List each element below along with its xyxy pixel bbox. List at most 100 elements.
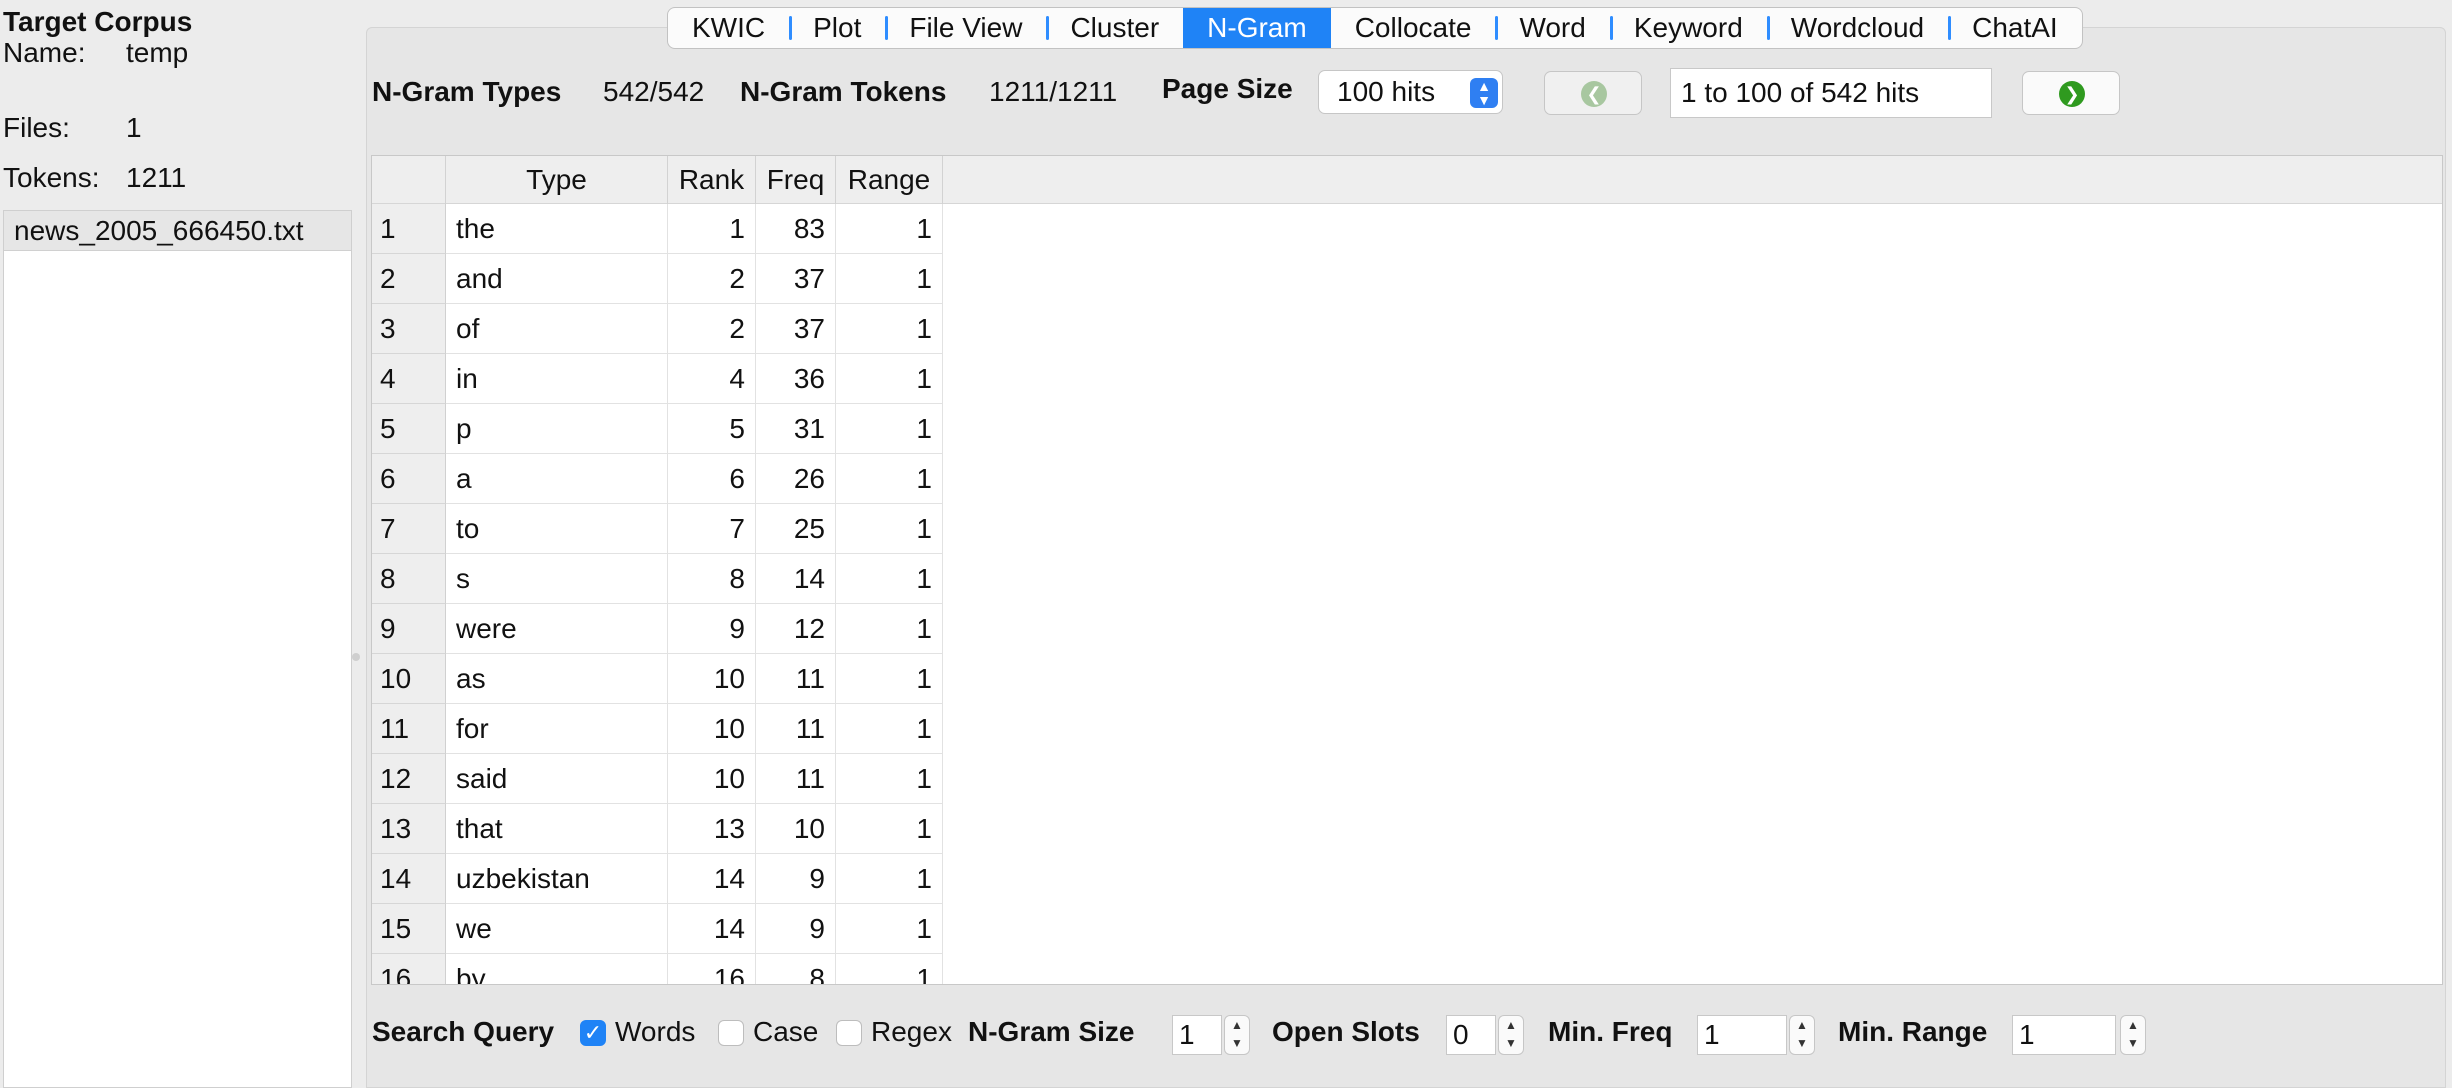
ngram-size-input[interactable]: 1 [1172,1015,1222,1055]
column-header-range[interactable]: Range [836,156,943,204]
row-index-cell[interactable]: 11 [372,704,446,754]
rank-cell[interactable]: 14 [668,904,756,954]
previous-page-button[interactable]: ❮ [1544,71,1642,115]
rank-cell[interactable]: 2 [668,304,756,354]
rank-cell[interactable]: 10 [668,754,756,804]
table-row[interactable]: 5 p 5 31 1 [372,404,943,454]
row-index-cell[interactable]: 13 [372,804,446,854]
type-cell[interactable]: the [446,204,668,254]
row-index-cell[interactable]: 2 [372,254,446,304]
table-row[interactable]: 7 to 7 25 1 [372,504,943,554]
freq-cell[interactable]: 25 [756,504,836,554]
freq-cell[interactable]: 9 [756,854,836,904]
table-row[interactable]: 9 were 9 12 1 [372,604,943,654]
range-cell[interactable]: 1 [836,604,943,654]
row-index-cell[interactable]: 12 [372,754,446,804]
range-cell[interactable]: 1 [836,704,943,754]
type-cell[interactable]: of [446,304,668,354]
table-row[interactable]: 4 in 4 36 1 [372,354,943,404]
table-row[interactable]: 2 and 2 37 1 [372,254,943,304]
range-cell[interactable]: 1 [836,454,943,504]
tab-chatai[interactable]: ChatAI [1948,8,2082,48]
column-header-index[interactable] [372,156,446,204]
tab-file-view[interactable]: File View [885,8,1046,48]
freq-cell[interactable]: 83 [756,204,836,254]
next-page-button[interactable]: ❯ [2022,71,2120,115]
table-row[interactable]: 14 uzbekistan 14 9 1 [372,854,943,904]
range-cell[interactable]: 1 [836,904,943,954]
case-checkbox[interactable] [718,1020,744,1046]
row-index-cell[interactable]: 6 [372,454,446,504]
rank-cell[interactable]: 10 [668,654,756,704]
min-freq-stepper[interactable]: ▲ ▼ [1789,1015,1815,1055]
type-cell[interactable]: a [446,454,668,504]
rank-cell[interactable]: 14 [668,854,756,904]
table-row[interactable]: 6 a 6 26 1 [372,454,943,504]
tab-keyword[interactable]: Keyword [1609,8,1767,48]
freq-cell[interactable]: 26 [756,454,836,504]
type-cell[interactable]: that [446,804,668,854]
table-row[interactable]: 13 that 13 10 1 [372,804,943,854]
page-size-select[interactable]: 100 hits ▲ ▼ [1318,70,1503,114]
rank-cell[interactable]: 8 [668,554,756,604]
column-header-rank[interactable]: Rank [668,156,756,204]
freq-cell[interactable]: 9 [756,904,836,954]
rank-cell[interactable]: 2 [668,254,756,304]
table-row[interactable]: 16 by 16 8 1 [372,954,943,984]
tab-word[interactable]: Word [1495,8,1609,48]
table-row[interactable]: 1 the 1 83 1 [372,204,943,254]
table-row[interactable]: 10 as 10 11 1 [372,654,943,704]
freq-cell[interactable]: 12 [756,604,836,654]
freq-cell[interactable]: 11 [756,754,836,804]
open-slots-input[interactable]: 0 [1446,1015,1496,1055]
row-index-cell[interactable]: 10 [372,654,446,704]
range-cell[interactable]: 1 [836,204,943,254]
table-row[interactable]: 15 we 14 9 1 [372,904,943,954]
freq-cell[interactable]: 11 [756,654,836,704]
freq-cell[interactable]: 8 [756,954,836,984]
range-cell[interactable]: 1 [836,654,943,704]
rank-cell[interactable]: 1 [668,204,756,254]
hits-range-field[interactable]: 1 to 100 of 542 hits [1670,68,1992,118]
type-cell[interactable]: and [446,254,668,304]
min-range-input[interactable]: 1 [2012,1015,2116,1055]
row-index-cell[interactable]: 7 [372,504,446,554]
table-row[interactable]: 12 said 10 11 1 [372,754,943,804]
tab-plot[interactable]: Plot [789,8,885,48]
type-cell[interactable]: were [446,604,668,654]
freq-cell[interactable]: 10 [756,804,836,854]
type-cell[interactable]: uzbekistan [446,854,668,904]
range-cell[interactable]: 1 [836,404,943,454]
file-list-item[interactable]: news_2005_666450.txt [4,211,351,251]
ngram-size-stepper[interactable]: ▲ ▼ [1224,1015,1250,1055]
type-cell[interactable]: by [446,954,668,984]
row-index-cell[interactable]: 5 [372,404,446,454]
type-cell[interactable]: p [446,404,668,454]
freq-cell[interactable]: 11 [756,704,836,754]
rank-cell[interactable]: 10 [668,704,756,754]
type-cell[interactable]: to [446,504,668,554]
table-row[interactable]: 3 of 2 37 1 [372,304,943,354]
regex-checkbox[interactable] [836,1020,862,1046]
splitter-handle[interactable] [352,653,360,661]
corpus-file-list[interactable]: news_2005_666450.txt [3,210,352,1088]
row-index-cell[interactable]: 15 [372,904,446,954]
table-row[interactable]: 11 for 10 11 1 [372,704,943,754]
min-freq-input[interactable]: 1 [1697,1015,1787,1055]
type-cell[interactable]: said [446,754,668,804]
table-row[interactable]: 8 s 8 14 1 [372,554,943,604]
row-index-cell[interactable]: 8 [372,554,446,604]
row-index-cell[interactable]: 3 [372,304,446,354]
freq-cell[interactable]: 37 [756,254,836,304]
range-cell[interactable]: 1 [836,954,943,984]
open-slots-stepper[interactable]: ▲ ▼ [1498,1015,1524,1055]
type-cell[interactable]: s [446,554,668,604]
rank-cell[interactable]: 7 [668,504,756,554]
row-index-cell[interactable]: 9 [372,604,446,654]
column-header-freq[interactable]: Freq [756,156,836,204]
results-table[interactable]: Type Rank Freq Range 1 the 1 83 1 2 and 2 37 1 3 of… [371,155,2443,985]
rank-cell[interactable]: 13 [668,804,756,854]
row-index-cell[interactable]: 14 [372,854,446,904]
range-cell[interactable]: 1 [836,304,943,354]
freq-cell[interactable]: 14 [756,554,836,604]
